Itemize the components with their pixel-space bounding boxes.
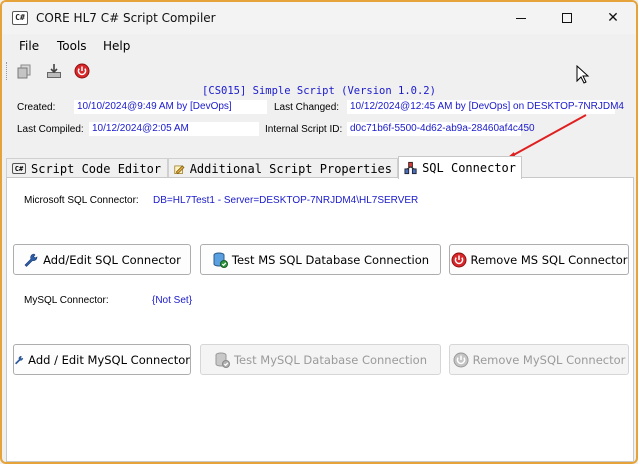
maximize-button[interactable] — [544, 2, 590, 34]
last-compiled-label: Last Compiled: — [17, 124, 84, 135]
close-icon: ✕ — [607, 10, 619, 26]
tab-sql-connector[interactable]: SQL Connector — [398, 156, 522, 179]
test-mysql-connection-button[interactable]: Test MySQL Database Connection — [200, 344, 441, 375]
add-edit-sql-connector-button[interactable]: Add/Edit SQL Connector — [13, 244, 191, 275]
minimize-button[interactable] — [498, 2, 544, 34]
download-icon — [47, 64, 61, 78]
menu-tools[interactable]: Tools — [57, 39, 87, 53]
button-label: Add/Edit SQL Connector — [43, 252, 181, 267]
remove-ms-sql-connector-button[interactable]: Remove MS SQL Connector — [449, 244, 629, 275]
power-icon — [74, 63, 90, 79]
last-changed-label: Last Changed: — [274, 102, 340, 113]
properties-icon — [174, 164, 185, 174]
power-toolbar-button[interactable] — [72, 62, 92, 80]
wrench-icon — [24, 253, 38, 267]
tab-additional-script-properties[interactable]: Additional Script Properties — [168, 158, 398, 178]
power-icon — [453, 352, 469, 367]
minimize-icon — [516, 17, 526, 19]
tab-label: Additional Script Properties — [189, 161, 392, 176]
title-bar[interactable]: C# CORE HL7 C# Script Compiler ✕ — [2, 2, 636, 34]
csharp-icon: C# — [12, 163, 26, 174]
add-edit-mysql-connector-button[interactable]: Add / Edit MySQL Connector — [13, 344, 191, 375]
download-toolbar-button[interactable] — [44, 62, 64, 80]
wrench-icon — [15, 355, 24, 364]
sql-connector-panel: Microsoft SQL Connector: DB=HL7Test1 - S… — [6, 177, 634, 462]
created-label: Created: — [17, 102, 56, 113]
button-label: Test MS SQL Database Connection — [231, 252, 430, 267]
button-label: Remove MySQL Connector — [472, 352, 626, 367]
tab-label: Script Code Editor — [31, 161, 162, 176]
sql-connector-icon — [404, 161, 417, 175]
button-label: Test MySQL Database Connection — [233, 352, 428, 367]
power-icon — [451, 252, 467, 267]
toolbar — [2, 59, 636, 83]
button-label: Add / Edit MySQL Connector — [28, 352, 190, 367]
mysql-connector-label: MySQL Connector: — [24, 295, 109, 306]
app-window: C# CORE HL7 C# Script Compiler ✕ File To… — [0, 0, 638, 464]
menu-file[interactable]: File — [19, 39, 39, 53]
internal-id-value: d0c71b6f-5500-4d62-ab9a-28460af4c450 — [347, 122, 535, 136]
copy-icon — [17, 64, 31, 79]
button-label: Remove MS SQL Connector — [470, 252, 628, 267]
created-value: 10/10/2024@9:49 AM by [DevOps] — [74, 100, 267, 114]
mysql-connector-value: {Not Set} — [152, 295, 193, 306]
database-check-icon — [213, 252, 228, 268]
test-ms-sql-connection-button[interactable]: Test MS SQL Database Connection — [200, 244, 441, 275]
remove-mysql-connector-button[interactable]: Remove MySQL Connector — [449, 344, 629, 375]
window-title: CORE HL7 C# Script Compiler — [36, 11, 216, 25]
maximize-icon — [562, 13, 572, 23]
mssql-connector-label: Microsoft SQL Connector: — [24, 195, 139, 206]
tab-label: SQL Connector — [422, 161, 516, 175]
app-icon: C# — [12, 11, 28, 25]
mssql-connector-value: DB=HL7Test1 - Server=DESKTOP-7NRJDM4\HL7… — [153, 195, 419, 206]
mouse-cursor-icon — [576, 65, 590, 84]
menu-help[interactable]: Help — [103, 39, 130, 53]
last-compiled-value: 10/12/2024@2:05 AM — [89, 122, 259, 136]
tab-strip: C# Script Code Editor Additional Script … — [6, 156, 634, 179]
internal-id-label: Internal Script ID: — [265, 124, 343, 135]
script-title: [CS015] Simple Script (Version 1.0.2) — [202, 85, 436, 97]
menu-bar: File Tools Help — [2, 37, 636, 57]
database-check-icon — [215, 352, 230, 368]
close-button[interactable]: ✕ — [590, 2, 636, 34]
toolbar-grip — [6, 62, 9, 80]
last-changed-value: 10/12/2024@12:45 AM by [DevOps] on DESKT… — [347, 100, 624, 114]
tab-script-code-editor[interactable]: C# Script Code Editor — [6, 158, 168, 178]
copy-toolbar-button[interactable] — [14, 62, 34, 80]
